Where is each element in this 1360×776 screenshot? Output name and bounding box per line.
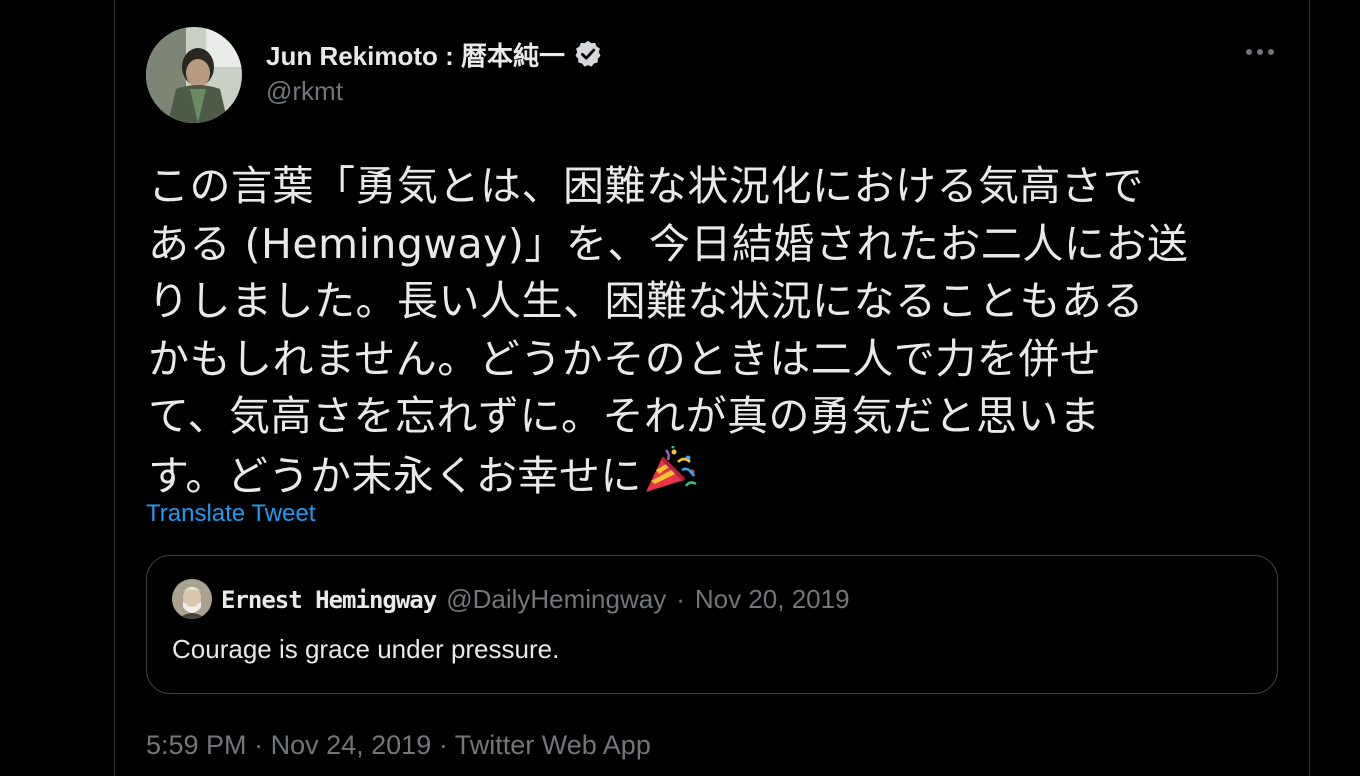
more-options-button[interactable] [1238, 36, 1282, 68]
verified-badge-icon [575, 40, 601, 67]
meta-separator: · [254, 730, 264, 760]
user-avatar-photo [146, 27, 242, 123]
tweet-text-line: て、気高さを忘れずに。それが真の勇気だと思いま [148, 392, 1101, 440]
author-avatar[interactable] [146, 27, 242, 123]
quoted-handle: @DailyHemingway [446, 584, 667, 614]
party-popper-icon [645, 445, 697, 492]
tweet-source-app[interactable]: Twitter Web App [455, 730, 651, 760]
meta-separator: · [438, 730, 448, 760]
tweet-text-last-line: す。どうか末永くお幸せに [148, 445, 1268, 504]
more-horizontal-icon [1246, 49, 1274, 55]
tweet-text-line: この言葉「勇気とは、困難な状況化における気高さで [148, 162, 1144, 210]
translate-tweet-link[interactable]: Translate Tweet [146, 500, 315, 528]
quoted-date[interactable]: Nov 20, 2019 [695, 584, 850, 615]
tweet-text-line: かもしれません。どうかそのときは二人で力を併せ [148, 334, 1102, 383]
tweet-text-line: りしました。長い人生、困難な状況になることもある [148, 277, 1144, 325]
tweet-time[interactable]: 5:59 PM [146, 730, 247, 760]
tweet-text-line: す。どうか末永くお幸せに [148, 451, 642, 500]
quoted-tweet-text: Courage is grace under pressure. [172, 634, 560, 664]
tweet-text: この言葉「勇気とは、困難な状況化における気高さで ある (Hemingway)」… [148, 158, 1268, 503]
quoted-display-name: Ernest Hemingway [221, 586, 437, 614]
author-display-name[interactable]: Jun Rekimoto : 暦本純一 [266, 36, 565, 73]
tweet-date[interactable]: Nov 24, 2019 [271, 730, 432, 760]
quoted-tweet-header: Ernest Hemingway @DailyHemingway · Nov 2… [221, 584, 850, 615]
author-name-row[interactable]: Jun Rekimoto : 暦本純一 [266, 36, 603, 72]
quoted-avatar-photo [172, 579, 212, 619]
author-handle[interactable]: @rkmt [266, 76, 343, 107]
quoted-separator: · [676, 584, 685, 614]
tweet-metadata: 5:59 PM · Nov 24, 2019 · Twitter Web App [146, 730, 651, 761]
quoted-author-avatar[interactable] [172, 579, 212, 619]
quoted-tweet-card[interactable]: Ernest Hemingway @DailyHemingway · Nov 2… [146, 555, 1278, 694]
tweet-text-line: ある (Hemingway)」を、今日結婚されたお二人にお送 [148, 219, 1189, 268]
